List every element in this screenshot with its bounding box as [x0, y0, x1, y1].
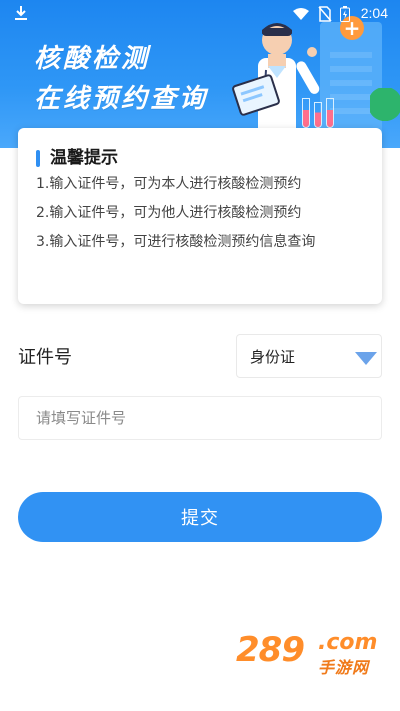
notice-tip-3: 3.输入证件号，可进行核酸检测预约信息查询: [36, 234, 316, 250]
test-tube-icon: [326, 98, 334, 128]
notice-tip-2: 2.输入证件号，可为他人进行核酸检测预约: [36, 205, 302, 221]
battery-icon: [340, 6, 350, 22]
id-type-selected-value: 身份证: [250, 347, 296, 366]
id-type-select[interactable]: 身份证: [236, 334, 382, 378]
dropdown-arrow-icon[interactable]: [355, 352, 377, 365]
status-bar: 2:04: [0, 0, 400, 28]
notice-title: 温馨提示: [36, 148, 368, 168]
site-watermark-logo: 289 .com 手游网: [236, 628, 384, 678]
no-sim-icon: [318, 6, 332, 22]
doctor-illustration: [232, 23, 320, 136]
banner-title-line2: 在线预约查询: [34, 84, 209, 114]
notice-title-text: 温馨提示: [50, 148, 118, 168]
banner-title-line1: 核酸检测: [34, 44, 151, 74]
status-time: 2:04: [360, 5, 388, 21]
title-accent-bar: [36, 150, 40, 167]
watermark-domain: .com: [318, 630, 378, 655]
status-icons: [292, 6, 350, 22]
watermark-number: 289: [236, 630, 305, 670]
wifi-icon: [293, 8, 309, 20]
watermark-site-name: 手游网: [318, 658, 370, 677]
id-number-label: 证件号: [18, 347, 72, 368]
download-icon: [15, 6, 27, 20]
plant-illustration: [370, 88, 400, 128]
notice-tip-1: 1.输入证件号，可为本人进行核酸检测预约: [36, 176, 302, 192]
id-number-input[interactable]: [18, 396, 382, 440]
notice-card: 温馨提示 1.输入证件号，可为本人进行核酸检测预约 2.输入证件号，可为他人进行…: [18, 128, 382, 304]
submit-button[interactable]: 提交: [18, 492, 382, 542]
